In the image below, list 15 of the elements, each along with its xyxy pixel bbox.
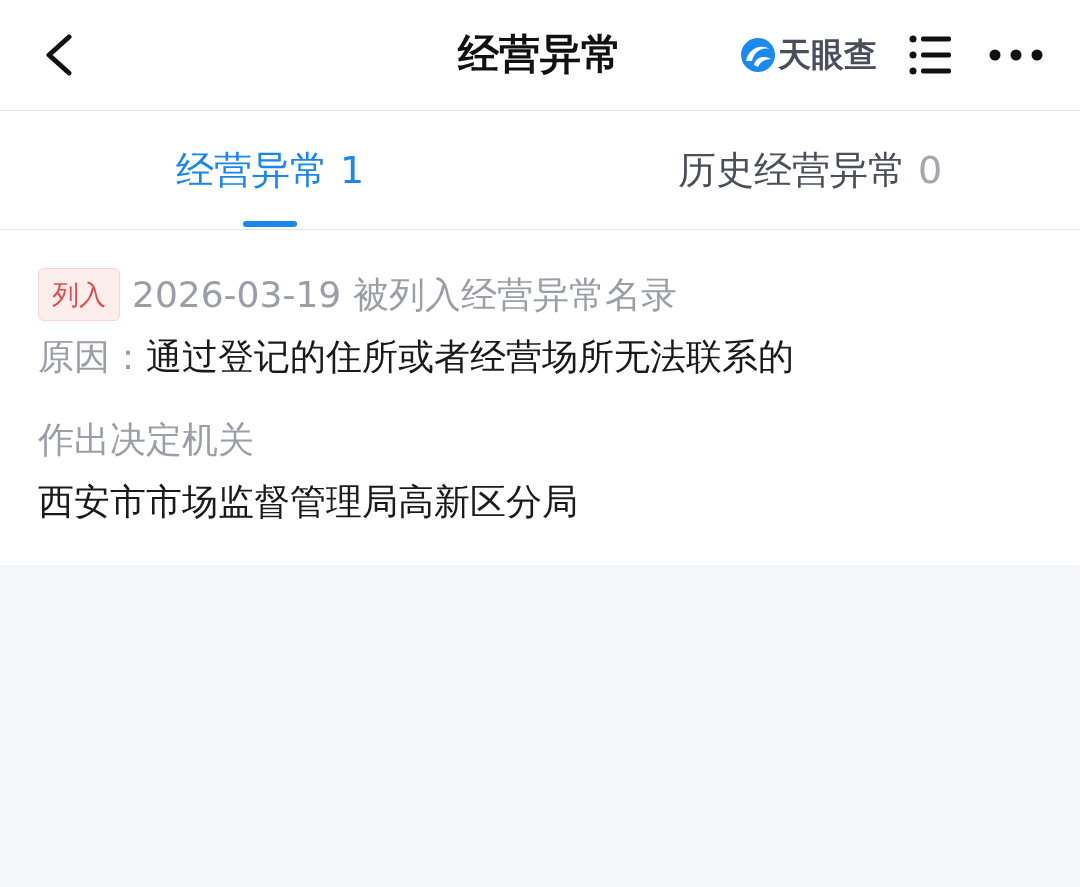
list-button[interactable] — [909, 35, 951, 75]
reason-text: 通过登记的住所或者经营场所无法联系的 — [146, 335, 794, 379]
more-icon — [989, 49, 1043, 61]
list-icon — [909, 35, 951, 75]
back-button[interactable] — [44, 34, 74, 76]
reason-label: 原因： — [38, 335, 146, 379]
logo-text: 天眼查 — [778, 35, 877, 75]
status-tag: 列入 — [38, 268, 120, 321]
authority-text: 西安市市场监督管理局高新区分局 — [38, 480, 579, 524]
back-chevron-icon — [44, 34, 74, 76]
logo-icon — [740, 37, 776, 73]
authority-label: 作出决定机关 — [38, 418, 255, 462]
more-button[interactable] — [989, 49, 1043, 61]
page-title: 经营异常 — [458, 30, 622, 80]
record-summary: 2026-03-19 被列入经营异常名录 — [132, 272, 677, 317]
